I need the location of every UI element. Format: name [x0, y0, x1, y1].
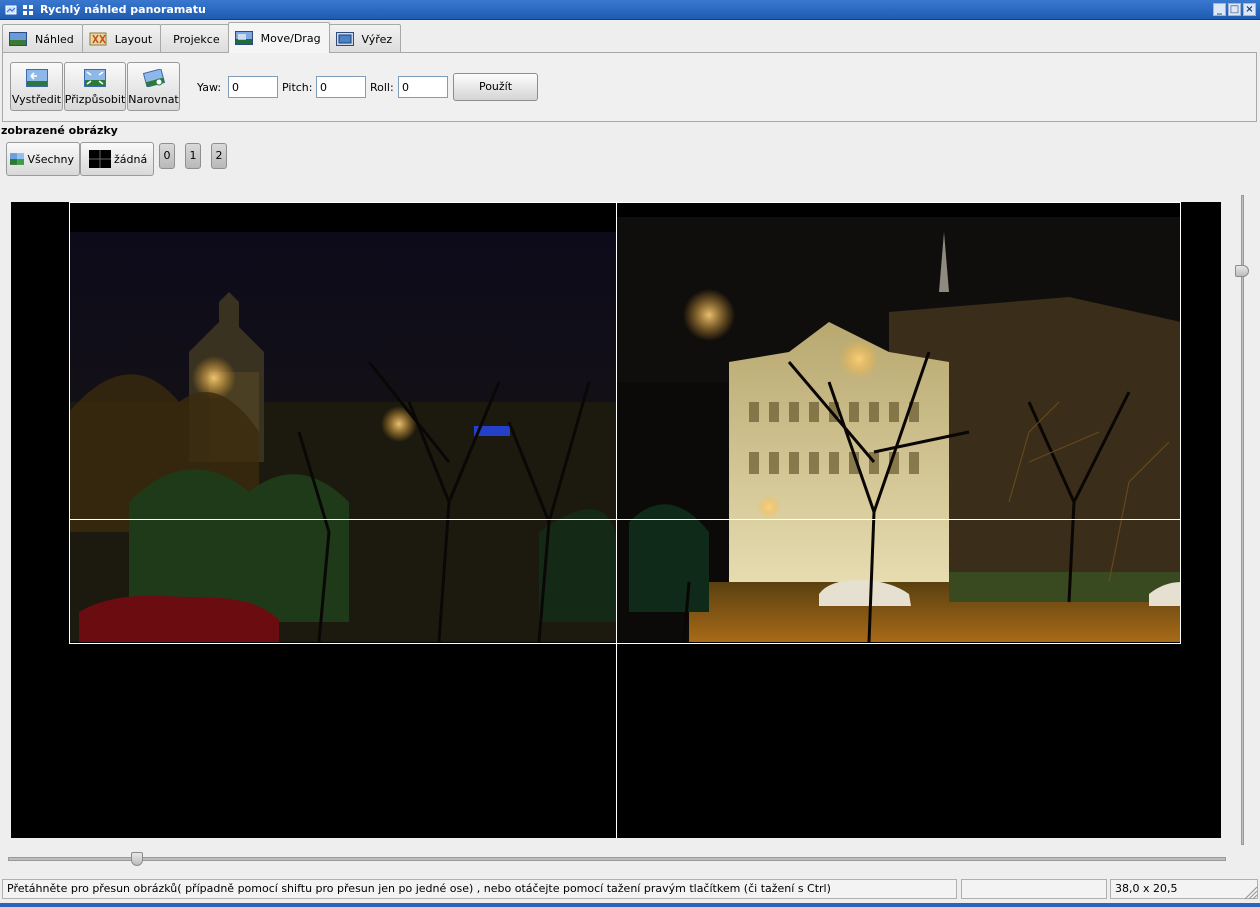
title-bar: Rychlý náhled panoramatu _ □ × — [0, 0, 1260, 20]
tab-projection[interactable]: Projekce — [160, 24, 229, 53]
show-none-button[interactable]: žádná — [80, 142, 154, 176]
tab-bar: Náhled Layout Projekce Move/Drag Výřez — [2, 22, 402, 53]
center-button[interactable]: Vystředit — [10, 62, 63, 111]
yaw-input[interactable] — [228, 76, 278, 98]
app-icon — [22, 4, 34, 16]
fit-label: Přizpůsobit — [64, 93, 126, 106]
horizontal-slider-track — [8, 857, 1226, 861]
preview-icon — [9, 32, 27, 46]
image-toggle-2[interactable]: 2 — [211, 143, 227, 169]
window-menu-icon[interactable] — [4, 3, 18, 17]
tab-move-drag-label: Move/Drag — [260, 31, 321, 45]
tab-crop-label: Výřez — [361, 32, 393, 46]
panorama-canvas[interactable] — [11, 202, 1221, 838]
tab-projection-label: Projekce — [173, 32, 220, 46]
roll-input[interactable] — [398, 76, 448, 98]
tab-preview[interactable]: Náhled — [2, 24, 83, 53]
all-images-icon — [10, 153, 25, 165]
window-title: Rychlý náhled panoramatu — [40, 3, 206, 16]
status-middle — [961, 879, 1107, 899]
fit-button[interactable]: Přizpůsobit — [64, 62, 126, 111]
close-button[interactable]: × — [1243, 3, 1256, 16]
tab-preview-label: Náhled — [35, 32, 74, 46]
image-toggle-0[interactable]: 0 — [159, 143, 175, 169]
straighten-button[interactable]: Narovnat — [127, 62, 180, 111]
horizontal-zoom-slider[interactable] — [8, 852, 1226, 866]
move-drag-icon — [234, 31, 253, 45]
vertical-zoom-slider[interactable] — [1235, 195, 1249, 845]
straighten-icon — [142, 69, 165, 87]
vertical-slider-handle[interactable] — [1235, 265, 1249, 277]
status-field-of-view: 38,0 x 20,5 — [1110, 879, 1258, 899]
tab-layout[interactable]: Layout — [81, 24, 162, 53]
displayed-images-heading: zobrazené obrázky — [1, 124, 118, 137]
status-bar: Přetáhněte pro přesun obrázků( případně … — [0, 877, 1260, 901]
crop-frame — [69, 202, 1181, 644]
tab-crop[interactable]: Výřez — [328, 24, 402, 53]
roll-label: Roll: — [370, 81, 394, 94]
layout-icon — [89, 32, 107, 46]
tab-layout-label: Layout — [114, 32, 153, 46]
window-bottom-border — [0, 903, 1260, 907]
apply-button[interactable]: Použít — [453, 73, 538, 101]
minimize-button[interactable]: _ — [1213, 3, 1226, 16]
move-drag-panel: Vystředit Přizpůsobit Narovnat Yaw: Pitc… — [2, 52, 1257, 122]
resize-grip-icon[interactable] — [1240, 882, 1258, 900]
yaw-label: Yaw: — [197, 81, 222, 94]
no-images-icon — [89, 150, 111, 168]
tab-move-drag[interactable]: Move/Drag — [227, 22, 330, 53]
show-all-button[interactable]: Všechny — [6, 142, 80, 176]
pitch-input[interactable] — [316, 76, 366, 98]
pitch-label: Pitch: — [282, 81, 313, 94]
horizontal-slider-handle[interactable] — [131, 852, 143, 866]
show-all-label: Všechny — [27, 152, 74, 166]
center-icon — [25, 69, 48, 87]
maximize-button[interactable]: □ — [1228, 3, 1241, 16]
center-label: Vystředit — [11, 93, 62, 106]
status-message: Přetáhněte pro přesun obrázků( případně … — [2, 879, 957, 899]
straighten-label: Narovnat — [128, 93, 179, 106]
crop-icon — [335, 32, 354, 46]
vertical-slider-track — [1241, 195, 1244, 845]
show-none-label: žádná — [114, 152, 148, 166]
image-toggle-1[interactable]: 1 — [185, 143, 201, 169]
fit-icon — [84, 69, 106, 87]
